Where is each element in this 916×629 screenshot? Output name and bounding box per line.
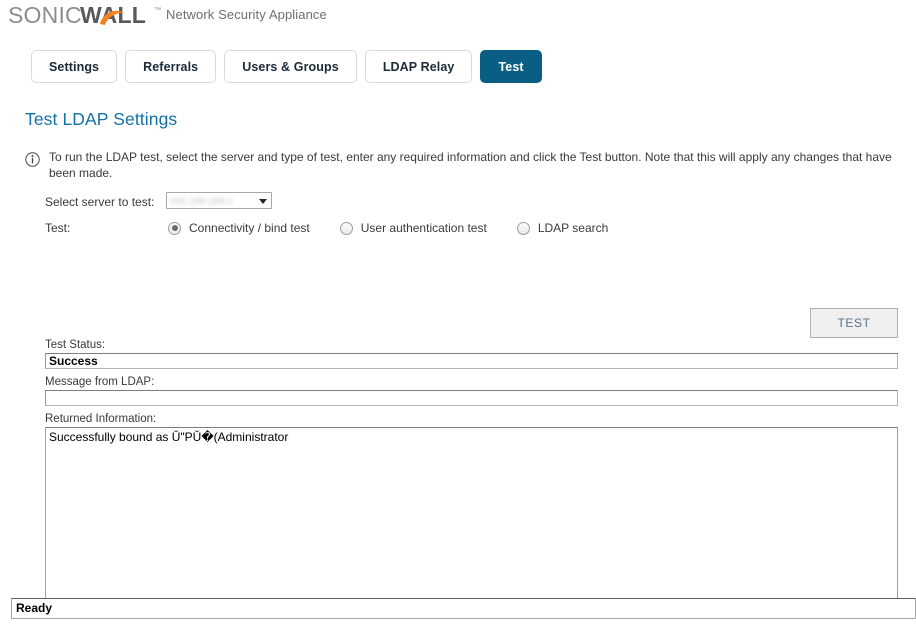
test-button[interactable]: TEST [810, 308, 898, 338]
message-from-ldap-label: Message from LDAP: [45, 376, 155, 388]
info-banner-text: To run the LDAP test, select the server … [49, 150, 892, 180]
info-circle-icon [25, 152, 40, 167]
radio-indicator [168, 221, 181, 235]
select-server-label: Select server to test: [45, 195, 155, 209]
tab-referrals[interactable]: Referrals [125, 50, 217, 83]
tab-test[interactable]: Test [480, 50, 542, 83]
returned-information-value[interactable]: Successfully bound as Ŭ"PŬ�(Administrato… [45, 427, 898, 599]
tab-settings[interactable]: Settings [31, 50, 118, 83]
radio-label: LDAP search [537, 221, 609, 235]
test-type-label: Test: [45, 221, 71, 235]
radio-label: User authentication test [360, 221, 487, 235]
radio-label: Connectivity / bind test [189, 221, 310, 235]
radio-indicator [339, 221, 353, 235]
radio-connectivity-bind-test[interactable]: Connectivity / bind test [168, 221, 310, 235]
page-title: Test LDAP Settings [25, 109, 178, 129]
tab-users-and-groups[interactable]: Users & Groups [224, 50, 357, 83]
svg-text:SONIC: SONIC [8, 2, 82, 28]
test-status-value: Success [45, 353, 898, 369]
tab-ldap-relay[interactable]: LDAP Relay [364, 50, 473, 83]
sonicwall-logo: SONIC WALL ™ [8, 2, 166, 30]
server-select-value: 192.168.168.2 [170, 196, 233, 206]
returned-information-label: Returned Information: [45, 413, 157, 425]
svg-text:™: ™ [154, 7, 161, 14]
message-from-ldap-value [45, 390, 898, 406]
status-bar: Ready [11, 598, 916, 619]
app-header: SONIC WALL ™ Network Security Appliance [0, 0, 916, 40]
radio-user-authentication-test[interactable]: User authentication test [339, 221, 487, 235]
chevron-down-icon [259, 199, 267, 204]
test-status-label: Test Status: [45, 339, 106, 351]
server-select[interactable]: 192.168.168.2 [166, 192, 272, 209]
radio-indicator [516, 221, 530, 235]
product-name: Network Security Appliance [166, 7, 327, 22]
tab-bar: Settings Referrals Users & Groups LDAP R… [31, 50, 542, 84]
test-type-radio-group: Connectivity / bind test User authentica… [168, 219, 608, 237]
radio-ldap-search[interactable]: LDAP search [516, 221, 609, 235]
